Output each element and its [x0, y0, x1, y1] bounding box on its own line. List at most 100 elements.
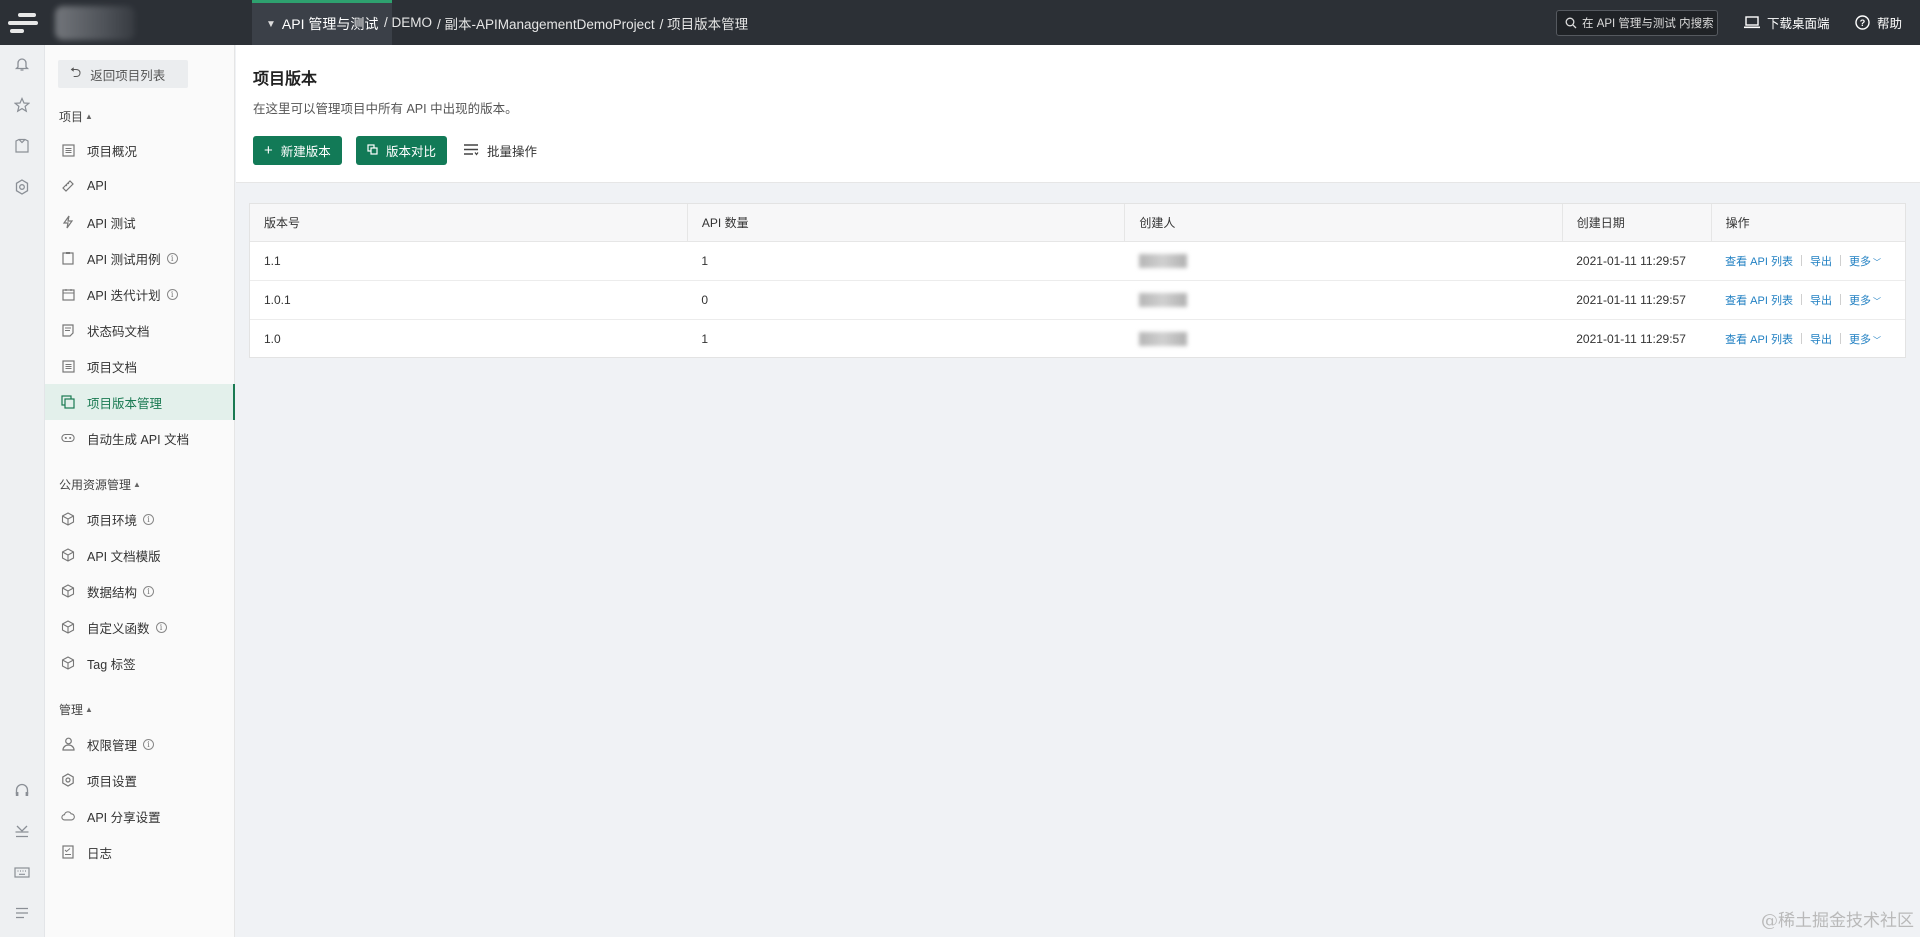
- chevron-down-icon: ﹀: [1872, 257, 1881, 267]
- sidebar-item-label: 状态码文档: [87, 324, 150, 339]
- star-icon[interactable]: [12, 95, 32, 115]
- info-icon[interactable]: i: [166, 288, 178, 300]
- sidebar-item-permissions[interactable]: 权限管理 i: [45, 726, 235, 762]
- headset-icon[interactable]: [12, 780, 32, 800]
- export-link[interactable]: 导出: [1810, 292, 1832, 308]
- sidebar-item-label: API 文档模版: [87, 549, 161, 564]
- column-header-created-date[interactable]: 创建日期: [1562, 204, 1712, 242]
- view-api-list-link[interactable]: 查看 API 列表: [1725, 331, 1793, 347]
- sidebar-item-tags[interactable]: Tag 标签: [45, 645, 235, 681]
- robot-icon: [61, 431, 75, 445]
- help-button[interactable]: ? 帮助: [1855, 0, 1902, 45]
- download-label: 下载桌面端: [1767, 17, 1830, 31]
- table-row[interactable]: 1.0.1 0 2021-01-11 11:29:57 查看 API 列表 导出…: [250, 280, 1905, 320]
- cube-icon: [61, 656, 75, 670]
- created-date-cell: 2021-01-11 11:29:57: [1562, 241, 1712, 281]
- export-link[interactable]: 导出: [1810, 331, 1832, 347]
- laptop-icon: [1744, 16, 1760, 29]
- bell-icon[interactable]: [12, 54, 32, 74]
- sidebar-item-project-settings[interactable]: 项目设置: [45, 762, 235, 798]
- download-desktop-button[interactable]: 下载桌面端: [1744, 0, 1830, 45]
- sidebar-item-doc-template[interactable]: API 文档模版: [45, 537, 235, 573]
- shirt-icon[interactable]: [12, 136, 32, 156]
- chevron-down-icon: ﹀: [1872, 296, 1881, 306]
- actions-cell: 查看 API 列表 导出 更多 ﹀: [1711, 280, 1905, 320]
- more-dropdown[interactable]: 更多 ﹀: [1849, 253, 1881, 269]
- sidebar-item-label: API 测试用例: [87, 252, 161, 267]
- info-icon[interactable]: i: [155, 621, 167, 633]
- more-dropdown[interactable]: 更多 ﹀: [1849, 331, 1881, 347]
- sidebar-item-api-iteration[interactable]: API 迭代计划 i: [45, 276, 235, 312]
- more-label: 更多: [1848, 333, 1871, 346]
- menu-icon[interactable]: [12, 903, 32, 923]
- version-cell: 1.0.1: [250, 280, 688, 320]
- sidebar-item-custom-functions[interactable]: 自定义函数 i: [45, 609, 235, 645]
- divider: [1839, 294, 1841, 305]
- sidebar-item-data-structure[interactable]: 数据结构 i: [45, 573, 235, 609]
- search-input[interactable]: 在 API 管理与测试 内搜索: [1556, 10, 1718, 36]
- info-icon[interactable]: i: [143, 738, 155, 750]
- sidebar-item-api-test[interactable]: API 测试: [45, 204, 235, 240]
- creator-cell: [1124, 280, 1563, 320]
- divider: [1800, 255, 1802, 266]
- batch-operations-button[interactable]: 批量操作: [463, 136, 537, 165]
- creator-avatar: [1138, 292, 1187, 307]
- table-row[interactable]: 1.1 1 2021-01-11 11:29:57 查看 API 列表 导出 更…: [250, 241, 1905, 281]
- compare-label: 版本对比: [386, 145, 437, 159]
- batch-label: 批量操作: [487, 145, 538, 159]
- plus-icon: +: [264, 142, 273, 159]
- sidebar-item-environment[interactable]: 项目环境 i: [45, 501, 235, 537]
- column-header-api-count[interactable]: API 数量: [687, 204, 1126, 242]
- column-header-actions: 操作: [1711, 204, 1905, 242]
- info-icon[interactable]: i: [143, 513, 155, 525]
- sidebar-item-auto-generate-doc[interactable]: 自动生成 API 文档: [45, 420, 235, 456]
- sidebar-item-label: 自定义函数: [87, 621, 150, 636]
- more-dropdown[interactable]: 更多 ﹀: [1849, 292, 1881, 308]
- breadcrumb-item[interactable]: / DEMO: [384, 15, 432, 30]
- table-row[interactable]: 1.0 1 2021-01-11 11:29:57 查看 API 列表 导出 更…: [250, 319, 1905, 358]
- sidebar-item-label: API 迭代计划: [87, 288, 161, 303]
- sidebar-item-api-share[interactable]: API 分享设置: [45, 798, 235, 834]
- sidebar-item-api-test-cases[interactable]: API 测试用例 i: [45, 240, 235, 276]
- section-header-shared-resources[interactable]: 公用资源管理 ▲: [59, 476, 141, 493]
- sidebar: ⮌ 返回项目列表 项目 ▲ 项目概况 API API 测试 API 测试用例 i…: [45, 45, 235, 937]
- api-icon: [61, 179, 75, 193]
- sidebar-item-label: 日志: [87, 846, 113, 861]
- back-to-projects-button[interactable]: ⮌ 返回项目列表: [58, 60, 188, 88]
- module-switcher[interactable]: ▼ API 管理与测试: [252, 0, 393, 45]
- sidebar-item-label: 自动生成 API 文档: [87, 432, 190, 447]
- section-header-admin[interactable]: 管理 ▲: [59, 701, 93, 718]
- creator-cell: [1124, 241, 1563, 281]
- sidebar-item-logs[interactable]: 日志: [45, 834, 235, 870]
- info-icon[interactable]: i: [166, 252, 178, 264]
- breadcrumb-item[interactable]: / 副本-APIManagementDemoProject: [437, 13, 655, 33]
- app-logo[interactable]: [0, 0, 45, 45]
- sidebar-item-project-doc[interactable]: 项目文档: [45, 348, 235, 384]
- info-icon[interactable]: i: [143, 585, 155, 597]
- sidebar-item-status-code-doc[interactable]: 状态码文档: [45, 312, 235, 348]
- view-api-list-link[interactable]: 查看 API 列表: [1725, 253, 1793, 269]
- sidebar-item-overview[interactable]: 项目概况: [45, 132, 235, 168]
- section-header-project[interactable]: 项目 ▲: [59, 108, 93, 125]
- new-version-button[interactable]: + 新建版本: [253, 136, 342, 165]
- view-api-list-link[interactable]: 查看 API 列表: [1725, 292, 1793, 308]
- column-header-version[interactable]: 版本号: [250, 204, 688, 242]
- table-header-row: 版本号 API 数量 创建人 创建日期 操作: [250, 204, 1905, 242]
- copy-icon: [367, 143, 378, 158]
- sidebar-item-api[interactable]: API: [45, 168, 235, 204]
- column-header-creator[interactable]: 创建人: [1124, 204, 1563, 242]
- sidebar-item-version-management[interactable]: 项目版本管理: [45, 384, 235, 420]
- cube-icon: [61, 548, 75, 562]
- gear-icon: [61, 773, 75, 787]
- cloud-icon: [61, 809, 75, 823]
- creator-cell: [1125, 319, 1562, 358]
- export-link[interactable]: 导出: [1810, 253, 1832, 269]
- gear-icon[interactable]: [12, 177, 32, 197]
- compare-versions-button[interactable]: 版本对比: [356, 136, 448, 165]
- version-cell: 1.0: [264, 331, 281, 346]
- caret-up-icon: ▲: [85, 705, 93, 714]
- keyboard-icon[interactable]: [12, 862, 32, 882]
- workspace-avatar[interactable]: [55, 6, 135, 40]
- download-tray-icon[interactable]: [12, 821, 32, 841]
- sidebar-item-label: API 分享设置: [87, 810, 161, 825]
